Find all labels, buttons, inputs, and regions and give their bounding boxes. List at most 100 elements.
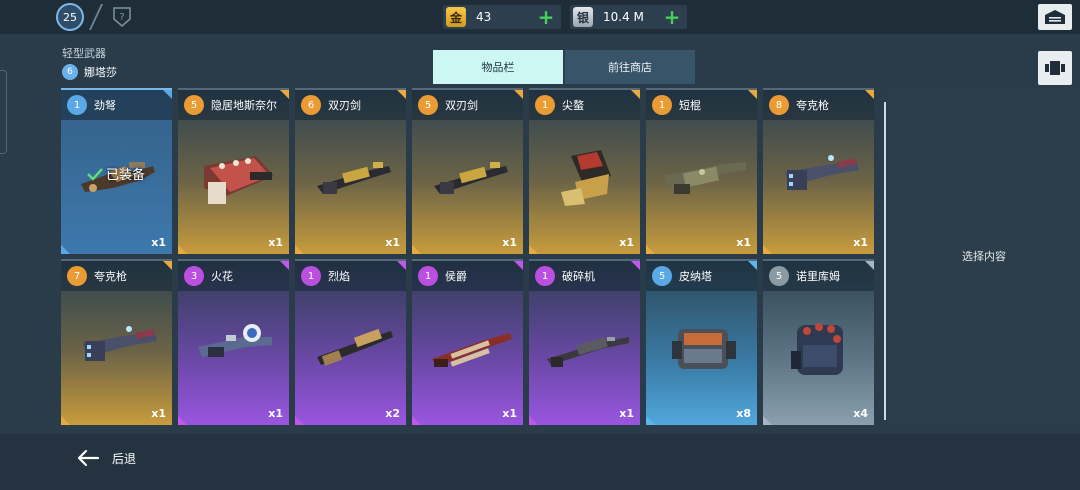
side-drawer-handle[interactable] bbox=[0, 70, 7, 154]
add-gold-button[interactable]: + bbox=[537, 7, 555, 27]
item-name: 劲弩 bbox=[94, 99, 116, 112]
gold-coin-icon: 金 bbox=[446, 7, 466, 27]
back-arrow-icon bbox=[77, 449, 100, 467]
rarity-corner-mark bbox=[280, 90, 289, 99]
item-level-badge: 8 bbox=[769, 95, 789, 115]
grid-scrollbar[interactable] bbox=[884, 102, 886, 420]
item-header: 5 隐居地斯奈尔 bbox=[178, 90, 289, 120]
inventory-item-card[interactable]: 6 双刃剑 x1 bbox=[295, 88, 406, 254]
rarity-corner-mark bbox=[748, 261, 757, 270]
item-level-badge: 1 bbox=[652, 95, 672, 115]
item-name: 皮纳塔 bbox=[679, 270, 712, 283]
item-quantity: x1 bbox=[502, 236, 517, 249]
item-quantity: x1 bbox=[151, 407, 166, 420]
heavy-launcher-weapon-icon bbox=[654, 307, 750, 397]
pilot-level-badge: 6 bbox=[62, 64, 78, 80]
inventory-item-card[interactable]: 5 双刃剑 x1 bbox=[412, 88, 523, 254]
rarity-corner-mark bbox=[397, 90, 406, 99]
tesla-gun-weapon-icon bbox=[186, 307, 282, 397]
item-name: 夸克枪 bbox=[94, 270, 127, 283]
rarity-corner-mark bbox=[646, 416, 655, 425]
item-quantity: x1 bbox=[385, 236, 400, 249]
inventory-item-card[interactable]: 5 隐居地斯奈尔 x1 bbox=[178, 88, 289, 254]
item-header: 1 短棍 bbox=[646, 90, 757, 120]
item-name: 双刃剑 bbox=[445, 99, 478, 112]
silver-currency: 银 10.4 M + bbox=[570, 5, 687, 29]
item-quantity: x2 bbox=[385, 407, 400, 420]
equipped-indicator: 已装备 bbox=[87, 164, 145, 183]
tab-inventory[interactable]: 物品栏 bbox=[433, 50, 563, 84]
robot-view-button[interactable] bbox=[1038, 51, 1072, 85]
item-header: 1 侯爵 bbox=[412, 261, 523, 291]
inventory-item-card[interactable]: 1 破碎机 x1 bbox=[529, 259, 640, 425]
rarity-corner-mark bbox=[61, 245, 70, 254]
inventory-item-card[interactable]: 5 皮纳塔 x8 bbox=[646, 259, 757, 425]
item-header: 3 火花 bbox=[178, 261, 289, 291]
item-name: 尖螯 bbox=[562, 99, 584, 112]
inventory-item-card[interactable]: 1 烈焰 x2 bbox=[295, 259, 406, 425]
item-detail-panel: 选择内容 bbox=[888, 88, 1080, 424]
item-header: 7 夸克枪 bbox=[61, 261, 172, 291]
footer-bar bbox=[0, 434, 1080, 490]
rarity-corner-mark bbox=[295, 416, 304, 425]
cannon-weapon-icon bbox=[654, 136, 750, 226]
item-name: 侯爵 bbox=[445, 270, 467, 283]
inventory-item-card[interactable]: 7 夸克枪 x1 bbox=[61, 259, 172, 425]
item-header: 1 破碎机 bbox=[529, 261, 640, 291]
item-quantity: x1 bbox=[619, 407, 634, 420]
garage-button[interactable] bbox=[1038, 4, 1072, 30]
item-level-badge: 6 bbox=[301, 95, 321, 115]
item-name: 双刃剑 bbox=[328, 99, 361, 112]
item-level-badge: 1 bbox=[535, 95, 555, 115]
item-level-badge: 1 bbox=[301, 266, 321, 286]
garage-icon bbox=[1045, 10, 1065, 24]
item-quantity: x8 bbox=[736, 407, 751, 420]
detail-placeholder: 选择内容 bbox=[962, 250, 1006, 263]
item-header: 1 尖螯 bbox=[529, 90, 640, 120]
inventory-item-card[interactable]: 1 侯爵 x1 bbox=[412, 259, 523, 425]
item-quantity: x1 bbox=[268, 236, 283, 249]
rarity-corner-mark bbox=[529, 416, 538, 425]
rarity-corner-mark bbox=[397, 261, 406, 270]
rarity-corner-mark bbox=[61, 416, 70, 425]
checkmark-icon bbox=[87, 167, 103, 181]
item-name: 隐居地斯奈尔 bbox=[211, 99, 277, 112]
item-quantity: x1 bbox=[151, 236, 166, 249]
item-level-badge: 7 bbox=[67, 266, 87, 286]
inventory-item-card[interactable]: 1 短棍 x1 bbox=[646, 88, 757, 254]
rarity-corner-mark bbox=[529, 245, 538, 254]
item-level-badge: 5 bbox=[652, 266, 672, 286]
rarity-corner-mark bbox=[412, 416, 421, 425]
rarity-corner-mark bbox=[865, 261, 874, 270]
back-button[interactable]: 后退 bbox=[76, 449, 136, 467]
inventory-item-card[interactable]: 1 尖螯 x1 bbox=[529, 88, 640, 254]
flamethrower-weapon-icon bbox=[303, 307, 399, 397]
item-name: 短棍 bbox=[679, 99, 701, 112]
item-level-badge: 1 bbox=[418, 266, 438, 286]
player-level-badge[interactable]: 25 bbox=[51, 0, 89, 34]
tab-go-to-shop[interactable]: 前往商店 bbox=[565, 50, 695, 84]
rarity-corner-mark bbox=[178, 245, 187, 254]
inventory-item-card[interactable]: 5 诺里库姆 x4 bbox=[763, 259, 874, 425]
item-header: 5 双刃剑 bbox=[412, 90, 523, 120]
rarity-corner-mark bbox=[763, 245, 772, 254]
missile-pod-weapon-icon bbox=[771, 307, 867, 397]
rarity-corner-mark bbox=[514, 261, 523, 270]
long-rifle-weapon-icon bbox=[537, 307, 633, 397]
energy-gun-weapon-icon bbox=[69, 307, 165, 397]
item-name: 火花 bbox=[211, 270, 233, 283]
rarity-corner-mark bbox=[412, 245, 421, 254]
silver-amount: 10.4 M bbox=[603, 10, 644, 24]
rarity-corner-mark bbox=[631, 90, 640, 99]
rarity-corner-mark bbox=[163, 261, 172, 270]
pilot-info: 6 娜塔莎 bbox=[62, 64, 117, 80]
help-shield-icon[interactable]: ? bbox=[112, 6, 132, 28]
item-level-badge: 5 bbox=[418, 95, 438, 115]
gold-amount: 43 bbox=[476, 10, 492, 24]
inventory-item-card[interactable]: 8 夸克枪 x1 bbox=[763, 88, 874, 254]
rocket-pod-weapon-icon bbox=[186, 136, 282, 226]
inventory-item-card[interactable]: 3 火花 x1 bbox=[178, 259, 289, 425]
inventory-item-card[interactable]: 1 劲弩 已装备 x1 bbox=[61, 88, 172, 254]
item-level-badge: 1 bbox=[535, 266, 555, 286]
add-silver-button[interactable]: + bbox=[663, 7, 681, 27]
